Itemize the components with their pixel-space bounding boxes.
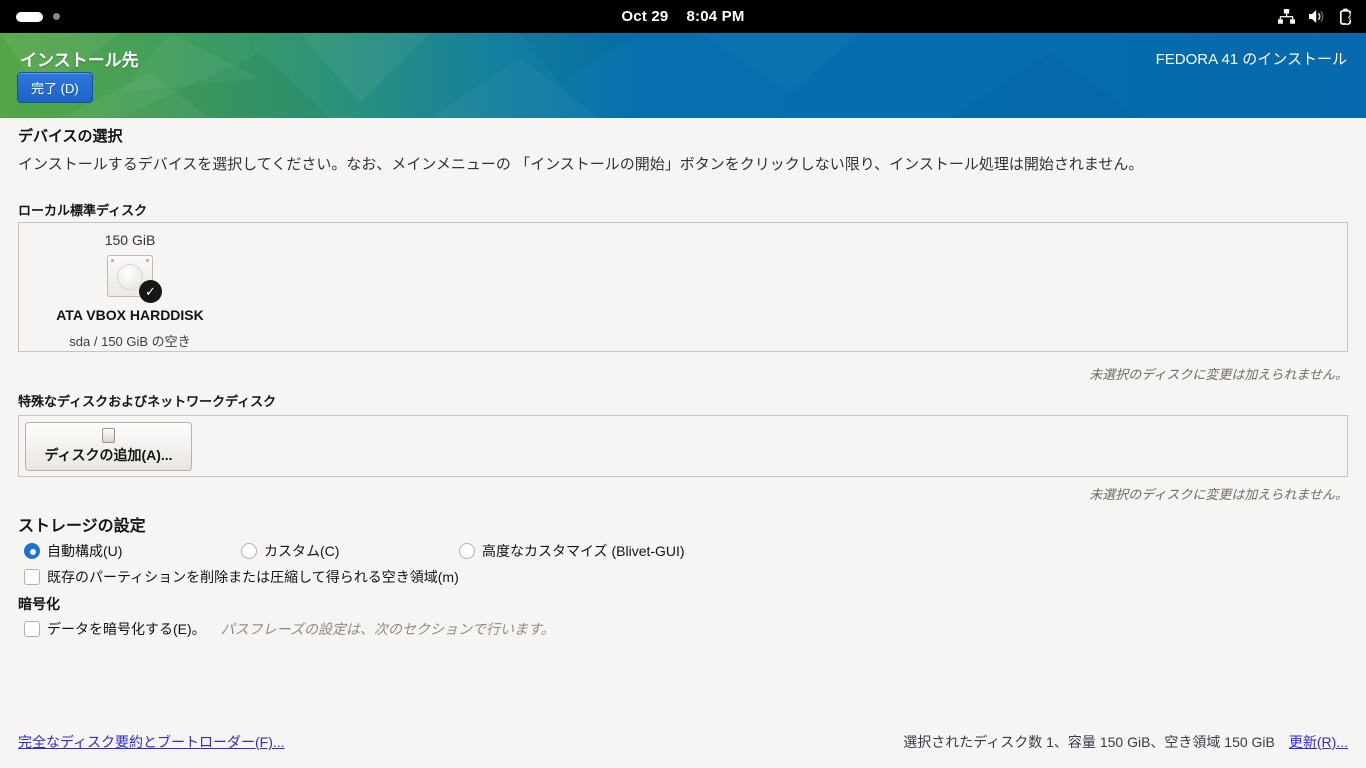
- encryption-heading: 暗号化: [18, 596, 60, 612]
- clock[interactable]: Oct 29 8:04 PM: [0, 8, 1366, 25]
- disk-detail: sda / 150 GiB の空き: [69, 334, 191, 349]
- clock-date: Oct 29: [621, 8, 669, 25]
- main-content: デバイスの選択 インストールするデバイスを選択してください。なお、メインメニュー…: [0, 118, 1366, 768]
- installer-header: インストール先 完了 (D) FEDORA 41 のインストール: [0, 33, 1366, 118]
- reclaim-space-label: 既存のパーティションを削除または圧縮して得られる空き領域(m): [47, 569, 459, 585]
- network-wired-icon: [1278, 9, 1295, 24]
- top-bar: Oct 29 8:04 PM: [0, 0, 1366, 33]
- special-disks-heading: 特殊なディスクおよびネットワークディスク: [18, 394, 277, 409]
- radio-auto-config[interactable]: 自動構成(U): [24, 541, 122, 561]
- radio-blivet-gui-label: 高度なカスタマイズ (Blivet-GUI): [482, 543, 685, 559]
- disk-selected-check-icon: ✓: [139, 280, 162, 303]
- page-title: インストール先: [20, 51, 139, 70]
- encrypt-data-checkbox[interactable]: データを暗号化する(E)。 パスフレーズの設定は、次のセクションで行います。: [24, 619, 555, 639]
- radio-custom-label: カスタム(C): [264, 543, 340, 559]
- local-disks-frame: 150 GiB ✓ ATA VBOX HARDDISK sda / 150 Gi…: [18, 222, 1348, 352]
- encryption-hint: パスフレーズの設定は、次のセクションで行います。: [220, 621, 555, 637]
- volume-icon: [1309, 10, 1324, 23]
- clock-time: 8:04 PM: [686, 8, 745, 25]
- battery-charging-icon: [1339, 8, 1353, 25]
- radio-blivet-gui[interactable]: 高度なカスタマイズ (Blivet-GUI): [459, 541, 685, 561]
- radio-custom[interactable]: カスタム(C): [241, 541, 339, 561]
- add-disk-icon: [102, 428, 115, 443]
- radio-unselected-icon: [241, 543, 257, 559]
- storage-options-row: 自動構成(U) カスタム(C) 高度なカスタマイズ (Blivet-GUI): [0, 541, 1366, 559]
- system-tray[interactable]: [1278, 0, 1354, 33]
- encrypt-data-label: データを暗号化する(E)。: [47, 621, 206, 637]
- done-button[interactable]: 完了 (D): [17, 72, 93, 103]
- checkbox-unchecked-icon: [24, 569, 40, 585]
- disk-capacity: 150 GiB: [104, 232, 156, 248]
- local-disks-heading: ローカル標準ディスク: [18, 203, 148, 218]
- selection-status-text: 選択されたディスク数 1、容量 150 GiB、空き領域 150 GiB: [903, 734, 1275, 750]
- storage-config-heading: ストレージの設定: [18, 518, 146, 535]
- device-selection-description: インストールするデバイスを選択してください。なお、メインメニューの 「インストー…: [18, 156, 1144, 173]
- radio-unselected-icon: [459, 543, 475, 559]
- special-disks-frame: ディスクの追加(A)...: [18, 415, 1348, 477]
- reclaim-space-checkbox[interactable]: 既存のパーティションを削除または圧縮して得られる空き領域(m): [24, 567, 459, 587]
- special-disks-note: 未選択のディスクに変更は加えられません。: [1089, 487, 1348, 502]
- local-disks-note: 未選択のディスクに変更は加えられません。: [1089, 367, 1348, 382]
- banner-texture: [0, 33, 640, 118]
- checkbox-unchecked-icon: [24, 621, 40, 637]
- refresh-link[interactable]: 更新(R)...: [1289, 734, 1348, 750]
- selection-status: 選択されたディスク数 1、容量 150 GiB、空き領域 150 GiB 更新(R…: [903, 732, 1348, 752]
- disk-name: ATA VBOX HARDDISK: [56, 307, 204, 323]
- add-disk-button-label: ディスクの追加(A)...: [44, 447, 173, 463]
- device-selection-heading: デバイスの選択: [18, 128, 123, 145]
- hdd-icon: ✓: [107, 255, 162, 303]
- add-disk-button[interactable]: ディスクの追加(A)...: [25, 422, 192, 471]
- radio-auto-config-label: 自動構成(U): [47, 543, 123, 559]
- product-label: FEDORA 41 のインストール: [1155, 51, 1347, 68]
- full-disk-summary-link[interactable]: 完全なディスク要約とブートローダー(F)...: [18, 732, 285, 752]
- radio-selected-icon: [24, 543, 40, 559]
- disk-tile-sda[interactable]: 150 GiB ✓ ATA VBOX HARDDISK sda / 150 Gi…: [39, 223, 221, 353]
